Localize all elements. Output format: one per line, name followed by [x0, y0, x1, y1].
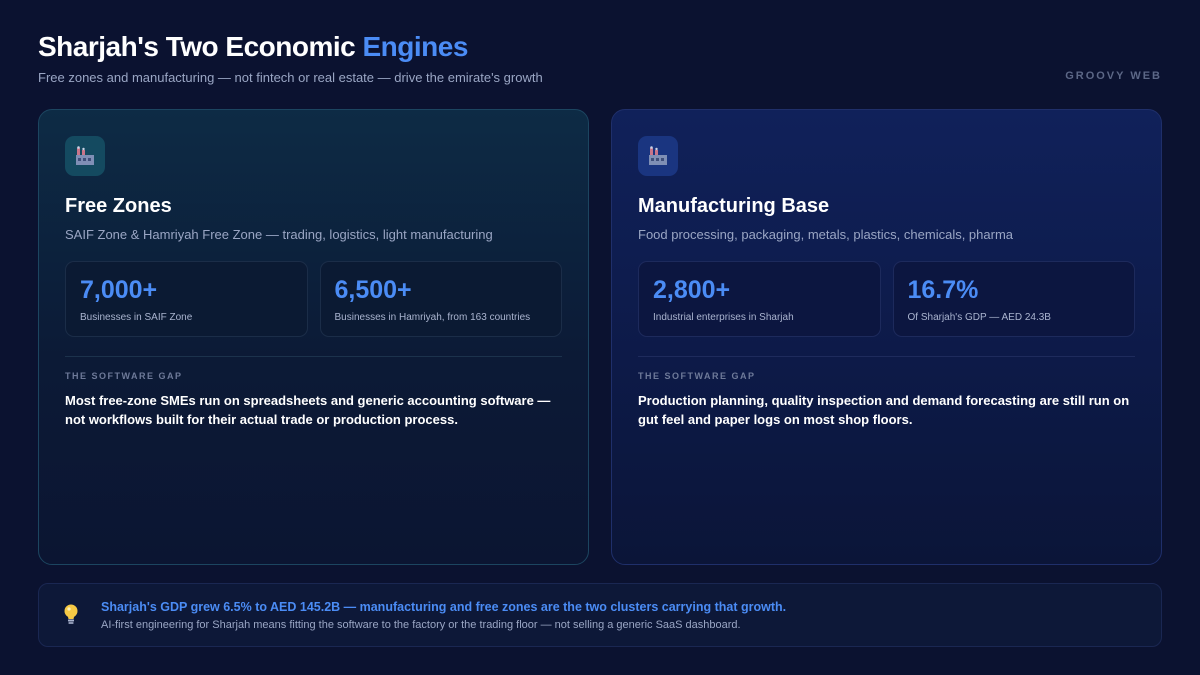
- stat-label: Industrial enterprises in Sharjah: [653, 312, 794, 323]
- page-title: Sharjah's Two Economic Engines: [38, 31, 468, 63]
- insight-callout: Sharjah's GDP grew 6.5% to AED 145.2B — …: [38, 583, 1162, 647]
- gap-label: THE SOFTWARE GAP: [65, 371, 183, 381]
- title-main: Sharjah's Two Economic: [38, 31, 363, 62]
- card-description: SAIF Zone & Hamriyah Free Zone — trading…: [65, 227, 493, 242]
- brand-logo-text: GROOVY WEB: [1065, 70, 1162, 82]
- gap-label: THE SOFTWARE GAP: [638, 371, 756, 381]
- card-title: Manufacturing Base: [638, 195, 830, 217]
- callout-text: Sharjah's GDP grew 6.5% to AED 145.2B — …: [101, 600, 786, 631]
- stat-label: Of Sharjah's GDP — AED 24.3B: [907, 312, 1051, 323]
- stat-value: 16.7%: [907, 276, 979, 304]
- card-manufacturing-base: Manufacturing Base Food processing, pack…: [611, 109, 1162, 565]
- stat-value: 6,500+: [334, 276, 412, 304]
- title-accent: Engines: [362, 31, 469, 62]
- card-title: Free Zones: [65, 195, 172, 217]
- callout-sub: AI-first engineering for Sharjah means f…: [101, 618, 741, 631]
- card-description: Food processing, packaging, metals, plas…: [638, 227, 1014, 242]
- stats-row: 2,800+ Industrial enterprises in Sharjah…: [638, 261, 1135, 337]
- page-subtitle: Free zones and manufacturing — not finte…: [38, 70, 543, 85]
- callout-main: Sharjah's GDP grew 6.5% to AED 145.2B — …: [101, 599, 787, 614]
- stat-value: 2,800+: [653, 276, 731, 304]
- stats-row: 7,000+ Businesses in SAIF Zone 6,500+ Bu…: [65, 261, 562, 337]
- stat-label: Businesses in Hamriyah, from 163 countri…: [334, 312, 531, 323]
- stat-tile: 7,000+ Businesses in SAIF Zone: [65, 261, 308, 337]
- stat-label: Businesses in SAIF Zone: [80, 312, 193, 323]
- gap-text: Production planning, quality inspection …: [638, 393, 1130, 427]
- gap-text: Most free-zone SMEs run on spreadsheets …: [65, 393, 551, 427]
- divider: [65, 356, 562, 357]
- stat-tile: 6,500+ Businesses in Hamriyah, from 163 …: [319, 261, 562, 337]
- lightbulb-icon: [64, 604, 78, 624]
- stat-tile: 2,800+ Industrial enterprises in Sharjah: [638, 261, 881, 337]
- divider: [638, 356, 1135, 357]
- factory-icon: [65, 136, 105, 176]
- stat-value: 7,000+: [80, 276, 158, 304]
- stat-tile: 16.7% Of Sharjah's GDP — AED 24.3B: [892, 261, 1135, 337]
- factory-icon: [638, 136, 678, 176]
- card-free-zones: Free Zones SAIF Zone & Hamriyah Free Zon…: [38, 109, 589, 565]
